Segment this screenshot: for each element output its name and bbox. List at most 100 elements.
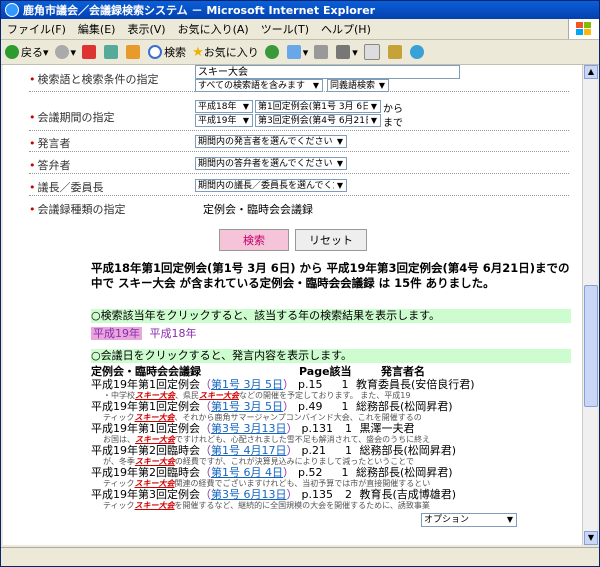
- entry-meeting: 平成19年第1回定例会: [91, 378, 200, 391]
- chevron-down-icon: ▼: [240, 115, 252, 126]
- entry-count: 1: [345, 422, 352, 435]
- to-year-select[interactable]: 平成19年 ▼: [195, 114, 253, 127]
- from-year-select[interactable]: 平成18年 ▼: [195, 100, 253, 113]
- forward-arrow-icon: [54, 45, 69, 59]
- year-links: 平成19年 平成18年: [91, 325, 571, 341]
- chevron-down-icon: ▼: [376, 80, 388, 91]
- results-header: 定例会・臨時会会議録 Page該当 発言者名: [91, 363, 571, 379]
- speaker-row: • 発言者 期間内の発言者を選んでください ▼: [29, 135, 569, 152]
- reset-button[interactable]: リセット: [295, 229, 367, 251]
- forward-button[interactable]: ▾: [54, 45, 76, 59]
- refresh-button[interactable]: [104, 45, 120, 59]
- keyword-row: • 検索語と検索条件の指定 スキー大会 すべての検索語を含みます ▼ 同義語検索 ▼: [29, 65, 569, 92]
- title-bar: 鹿角市議会／会議録検索システム － Microsoft Internet Exp…: [1, 1, 599, 19]
- scroll-thumb[interactable]: [584, 285, 598, 407]
- entry-speaker: 教育長(吉成博雄君): [359, 488, 457, 501]
- entry-page: p.52: [298, 466, 323, 479]
- entry-date-link[interactable]: （第1号 6月 4日）: [200, 466, 294, 479]
- menu-favorites[interactable]: お気に入り(A): [172, 21, 255, 37]
- entry-count: 2: [345, 488, 352, 501]
- chevron-down-icon: ▼: [368, 101, 380, 112]
- print-button[interactable]: [314, 45, 330, 59]
- entry-count: 1: [341, 466, 349, 479]
- header-meeting: 定例会・臨時会会議録: [91, 365, 201, 378]
- print-icon: [314, 45, 329, 59]
- page-content: • 検索語と検索条件の指定 スキー大会 すべての検索語を含みます ▼ 同義語検索 ▼ …: [3, 65, 583, 545]
- menu-edit[interactable]: 編集(E): [72, 21, 122, 37]
- star-icon: ★: [192, 44, 204, 60]
- type-label: 会議録種類の指定: [37, 203, 126, 216]
- chair-label: 議長／委員長: [37, 181, 104, 194]
- entry-date-link[interactable]: （第3号 6月13日）: [200, 488, 298, 501]
- result-entry: 平成19年第2回臨時会（第1号 6月 4日） p.52 1 総務部長(松岡昇君): [91, 467, 571, 479]
- entry-date-link[interactable]: （第1号 3月 5日）: [200, 400, 294, 413]
- research-button[interactable]: [387, 45, 404, 59]
- results-list: 平成19年第1回定例会（第1号 3月 5日） p.15 1 教育委員長(安倍良行君) ・…: [91, 379, 571, 511]
- entry-page: p.15: [298, 378, 323, 391]
- entry-date-link[interactable]: （第1号 4月17日）: [200, 444, 298, 457]
- results-section: 平成18年第1回定例会(第1号 3月 6日) から 平成19年第3回定例会(第4…: [91, 261, 571, 527]
- mail-button[interactable]: ▾: [286, 45, 308, 59]
- synonym-select[interactable]: 同義語検索 ▼: [327, 79, 389, 92]
- entry-meeting: 平成19年第1回定例会: [91, 422, 200, 435]
- year-link-current[interactable]: 平成19年: [91, 327, 142, 340]
- vertical-scrollbar[interactable]: ▲ ▼: [582, 65, 598, 545]
- media-button[interactable]: [264, 45, 281, 59]
- entry-speaker: 総務部長(松岡昇君): [356, 400, 453, 413]
- chair-row: • 議長／委員長 期間内の議長／委員長を選んでください ▼: [29, 179, 569, 196]
- chair-select[interactable]: 期間内の議長／委員長を選んでください ▼: [195, 179, 347, 192]
- menu-tools[interactable]: ツール(T): [255, 21, 315, 37]
- back-button[interactable]: 戻る ▾: [5, 44, 49, 60]
- to-session-select[interactable]: 第3回定例会(第4号 6月21日) ▼: [255, 114, 381, 127]
- favorites-button[interactable]: ★ お気に入り: [192, 44, 259, 60]
- entry-speaker: 総務部長(松岡昇君): [359, 444, 457, 457]
- entry-count: 1: [341, 378, 349, 391]
- entry-meeting: 平成19年第3回定例会: [91, 488, 200, 501]
- bullet-icon: •: [29, 111, 36, 124]
- entry-meeting: 平成19年第1回定例会: [91, 400, 200, 413]
- scroll-down-icon[interactable]: ▼: [584, 531, 598, 545]
- keyword-highlight: スキー大会: [134, 457, 175, 466]
- header-speaker: 発言者名: [381, 365, 425, 378]
- messenger-icon: [409, 45, 424, 59]
- edit-button[interactable]: ▾: [336, 45, 358, 59]
- from-session-select[interactable]: 第1回定例会(第1号 3月 6日) ▼: [255, 100, 381, 113]
- menu-help[interactable]: ヘルプ(H): [315, 21, 377, 37]
- keyword-input[interactable]: スキー大会: [195, 65, 460, 79]
- entry-snippet: ティックスキー大会を開催するなど、継続的に全国規模の大会を開催するために、誘致事…: [103, 501, 430, 510]
- year-link-other[interactable]: 平成18年: [150, 327, 197, 340]
- entry-count: 1: [345, 444, 352, 457]
- menu-view[interactable]: 表示(V): [121, 21, 171, 37]
- chevron-down-icon: ▼: [368, 115, 380, 126]
- chevron-down-icon: ▼: [334, 180, 346, 191]
- entry-page: p.21: [301, 444, 326, 457]
- type-row: • 会議録種類の指定 定例会・臨時会会議録: [29, 201, 569, 219]
- home-button[interactable]: [126, 45, 142, 59]
- messenger-button[interactable]: [409, 45, 426, 59]
- entry-date-link[interactable]: （第1号 3月 5日）: [200, 378, 294, 391]
- search-submit-button[interactable]: 検索: [219, 229, 289, 251]
- chevron-down-icon: ▼: [504, 514, 516, 525]
- speaker-select[interactable]: 期間内の発言者を選んでください ▼: [195, 135, 347, 148]
- entry-date-link[interactable]: （第3号 3月13日）: [200, 422, 298, 435]
- entry-speaker: 教育委員長(安倍良行君): [356, 378, 475, 391]
- match-option-select[interactable]: すべての検索語を含みます ▼: [195, 79, 323, 92]
- stop-button[interactable]: [82, 45, 98, 59]
- options-select[interactable]: オプション ▼: [421, 513, 517, 527]
- bullet-icon: •: [29, 203, 36, 216]
- keyword-label: 検索語と検索条件の指定: [37, 73, 159, 86]
- menu-file[interactable]: ファイル(F): [1, 21, 72, 37]
- chevron-down-icon: ▼: [334, 158, 346, 169]
- answerer-select[interactable]: 期間内の答弁者を選んでください ▼: [195, 157, 347, 170]
- entry-speaker: 総務部長(松岡昇君): [356, 466, 453, 479]
- discuss-button[interactable]: [363, 44, 382, 60]
- entry-count: 1: [341, 400, 349, 413]
- search-button[interactable]: 検索: [148, 44, 186, 60]
- media-icon: [264, 45, 279, 59]
- chevron-down-icon: ▼: [240, 101, 252, 112]
- discuss-icon: [363, 44, 380, 60]
- date-instruction: ○会議日をクリックすると、発言内容を表示します。: [91, 349, 571, 363]
- answerer-row: • 答弁者 期間内の答弁者を選んでください ▼: [29, 157, 569, 174]
- keyword-highlight: スキー大会: [135, 391, 175, 400]
- scroll-up-icon[interactable]: ▲: [584, 65, 598, 79]
